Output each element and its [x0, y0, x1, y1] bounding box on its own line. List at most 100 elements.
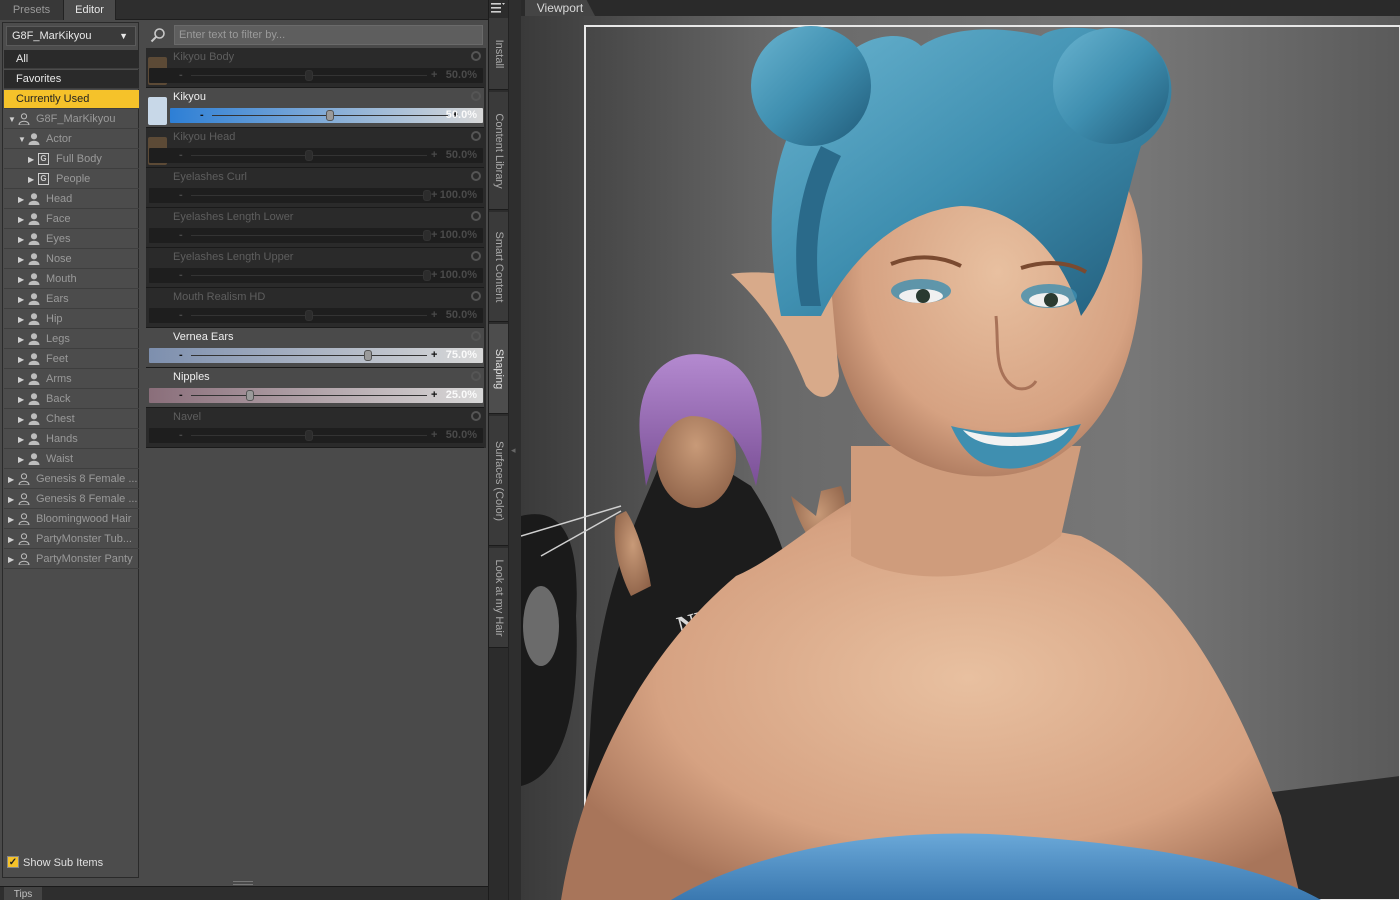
slider-track[interactable]: - +25.0% — [149, 388, 483, 403]
decrement-icon[interactable]: - — [179, 188, 183, 202]
increment-icon[interactable]: + — [431, 268, 437, 282]
collapsed-arrow-icon[interactable]: ▶ — [8, 490, 14, 508]
slider-row[interactable]: Kikyou Body - +50.0% — [146, 48, 484, 88]
tree-item-all[interactable]: All — [4, 50, 139, 69]
pane-menu-icon[interactable] — [491, 2, 505, 14]
decrement-icon[interactable]: - — [179, 428, 183, 442]
collapsed-arrow-icon[interactable]: ▶ — [18, 230, 24, 248]
tree-node[interactable]: ▶ Hip — [4, 310, 139, 329]
decrement-icon[interactable]: - — [179, 308, 183, 322]
gear-icon[interactable] — [471, 91, 481, 101]
increment-icon[interactable]: + — [431, 388, 437, 402]
slider-knob[interactable] — [423, 190, 431, 201]
slider-track[interactable]: - +50.0% — [170, 108, 483, 123]
collapsed-arrow-icon[interactable]: ▶ — [18, 310, 24, 328]
gear-icon[interactable] — [471, 211, 481, 221]
collapsed-arrow-icon[interactable]: ▶ — [18, 250, 24, 268]
decrement-icon[interactable]: - — [200, 108, 204, 122]
collapsed-arrow-icon[interactable]: ▶ — [8, 550, 14, 568]
collapsed-arrow-icon[interactable]: ▶ — [18, 390, 24, 408]
gear-icon[interactable] — [471, 411, 481, 421]
side-tab-shaping[interactable]: Shaping — [489, 324, 508, 414]
collapsed-arrow-icon[interactable]: ▶ — [18, 370, 24, 388]
slider-knob[interactable] — [423, 230, 431, 241]
gear-icon[interactable] — [471, 331, 481, 341]
slider-knob[interactable] — [326, 110, 334, 121]
side-tab-smart-content[interactable]: Smart Content — [489, 212, 508, 322]
increment-icon[interactable]: + — [431, 148, 437, 162]
tree-node[interactable]: ▼ G8F_MarKikyou — [4, 110, 139, 129]
slider-row[interactable]: Navel - +50.0% — [146, 408, 484, 448]
tree-node[interactable]: ▶ Eyes — [4, 230, 139, 249]
collapsed-arrow-icon[interactable]: ▶ — [18, 270, 24, 288]
tree-node[interactable]: ▶ G Full Body — [4, 150, 139, 169]
tab-editor[interactable]: Editor — [64, 0, 116, 20]
slider-knob[interactable] — [305, 70, 313, 81]
tree-node[interactable]: ▶ Genesis 8 Female ... — [4, 470, 139, 489]
tree-item-currently-used[interactable]: Currently Used — [4, 90, 139, 109]
tree-node[interactable]: ▶ Back — [4, 390, 139, 409]
collapsed-arrow-icon[interactable]: ▶ — [18, 350, 24, 368]
slider-track[interactable]: - +50.0% — [149, 68, 483, 83]
collapsed-arrow-icon[interactable]: ▶ — [18, 190, 24, 208]
decrement-icon[interactable]: - — [179, 388, 183, 402]
collapsed-arrow-icon[interactable]: ▶ — [8, 470, 14, 488]
increment-icon[interactable]: + — [431, 308, 437, 322]
increment-icon[interactable]: + — [431, 188, 437, 202]
collapse-arrow-icon[interactable]: ◂ — [511, 445, 519, 459]
expanded-arrow-icon[interactable]: ▼ — [8, 110, 16, 128]
slider-row[interactable]: Vernea Ears - +75.0% — [146, 328, 484, 368]
splitter-handle[interactable] — [233, 881, 253, 885]
tree-node[interactable]: ▶ Legs — [4, 330, 139, 349]
slider-row[interactable]: Eyelashes Length Lower - +100.0% — [146, 208, 484, 248]
slider-track[interactable]: - +75.0% — [149, 348, 483, 363]
slider-row[interactable]: Kikyou Head - +50.0% — [146, 128, 484, 168]
slider-row[interactable]: Mouth Realism HD - +50.0% — [146, 288, 484, 328]
collapsed-arrow-icon[interactable]: ▶ — [28, 170, 34, 188]
tree-node[interactable]: ▶ PartyMonster Tub... — [4, 530, 139, 549]
decrement-icon[interactable]: - — [179, 228, 183, 242]
collapsed-arrow-icon[interactable]: ▶ — [18, 210, 24, 228]
collapsed-arrow-icon[interactable]: ▶ — [8, 510, 14, 528]
tree-item-favorites[interactable]: Favorites — [4, 70, 139, 89]
slider-row[interactable]: Eyelashes Curl - +100.0% — [146, 168, 484, 208]
collapsed-arrow-icon[interactable]: ▶ — [18, 410, 24, 428]
slider-track[interactable]: - +50.0% — [149, 148, 483, 163]
side-tab-content-library[interactable]: Content Library — [489, 92, 508, 210]
tab-presets[interactable]: Presets — [0, 0, 64, 20]
tree-node[interactable]: ▶ Ears — [4, 290, 139, 309]
tab-viewport[interactable]: Viewport — [525, 0, 595, 16]
side-tab-surfaces-color[interactable]: Surfaces (Color) — [489, 416, 508, 546]
decrement-icon[interactable]: - — [179, 268, 183, 282]
side-tab-look-at-my-hair[interactable]: Look at my Hair — [489, 548, 508, 648]
gear-icon[interactable] — [471, 131, 481, 141]
decrement-icon[interactable]: - — [179, 348, 183, 362]
gear-icon[interactable] — [471, 371, 481, 381]
slider-track[interactable]: - +100.0% — [149, 188, 483, 203]
filter-input[interactable] — [174, 25, 483, 45]
increment-icon[interactable]: + — [431, 228, 437, 242]
collapsed-arrow-icon[interactable]: ▶ — [8, 530, 14, 548]
slider-track[interactable]: - +50.0% — [149, 308, 483, 323]
slider-track[interactable]: - +100.0% — [149, 228, 483, 243]
slider-row[interactable]: Eyelashes Length Upper - +100.0% — [146, 248, 484, 288]
tree-node[interactable]: ▶ Bloomingwood Hair — [4, 510, 139, 529]
tree-node[interactable]: ▶ Arms — [4, 370, 139, 389]
gear-icon[interactable] — [471, 291, 481, 301]
tree-node[interactable]: ▶ Feet — [4, 350, 139, 369]
tree-node[interactable]: ▶ Chest — [4, 410, 139, 429]
slider-row[interactable]: Nipples - +25.0% — [146, 368, 484, 408]
search-icon[interactable] — [150, 27, 166, 43]
collapsed-arrow-icon[interactable]: ▶ — [18, 450, 24, 468]
decrement-icon[interactable]: - — [179, 68, 183, 82]
slider-knob[interactable] — [364, 350, 372, 361]
tree-node[interactable]: ▶ Head — [4, 190, 139, 209]
slider-knob[interactable] — [305, 310, 313, 321]
increment-icon[interactable]: + — [431, 68, 437, 82]
tree-node[interactable]: ▶ Hands — [4, 430, 139, 449]
tree-node[interactable]: ▼ Actor — [4, 130, 139, 149]
render-scene[interactable]: NEW YORK 38 — [521, 16, 1400, 900]
slider-knob[interactable] — [305, 150, 313, 161]
tree-node[interactable]: ▶ Waist — [4, 450, 139, 469]
increment-icon[interactable]: + — [431, 428, 437, 442]
